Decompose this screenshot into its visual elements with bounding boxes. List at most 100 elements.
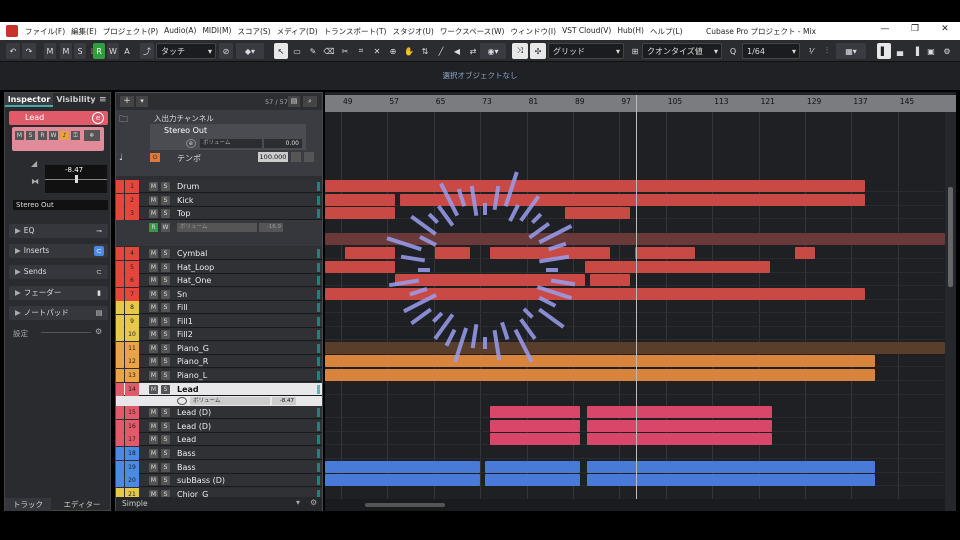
menu-item[interactable]: MIDI(M): [199, 26, 234, 37]
volume-knob-icon[interactable]: ◢: [31, 159, 37, 168]
solo-button[interactable]: S: [161, 249, 170, 258]
write-button[interactable]: W: [49, 131, 58, 140]
quantize-value-dropdown[interactable]: 1/64 ▾: [742, 43, 800, 59]
line-tool-icon[interactable]: ╱: [434, 43, 448, 59]
track-row[interactable]: 8 M S Fill: [116, 301, 322, 314]
scrollbar-thumb[interactable]: [948, 187, 953, 287]
range-tool-icon[interactable]: ▭: [290, 43, 304, 59]
track-name[interactable]: Fill2: [177, 328, 193, 341]
solo-button[interactable]: S: [161, 435, 170, 444]
io-channel-folder[interactable]: 🗀 入出力チャンネル Stereo Out e ボリューム 0.00: [116, 110, 322, 150]
solo-button[interactable]: S: [26, 131, 35, 140]
mute-button[interactable]: M: [149, 276, 158, 285]
notepad-icon[interactable]: ▤: [94, 308, 104, 318]
mute-button[interactable]: M: [149, 408, 158, 417]
snap-type-dropdown[interactable]: ◉▾: [480, 43, 506, 59]
track-name[interactable]: Lead: [177, 433, 196, 446]
menu-item[interactable]: ヘルプ(L): [647, 26, 686, 37]
track-row[interactable]: 5 M S Hat_Loop: [116, 261, 322, 274]
section-inserts[interactable]: ▶ Inserts ⊂: [9, 244, 108, 258]
vertical-scrollbar[interactable]: [945, 112, 956, 511]
track-name[interactable]: Piano_G: [177, 342, 209, 355]
kick-volume-value[interactable]: -16.9: [259, 223, 283, 232]
track-row[interactable]: 15 M S Lead (D): [116, 406, 322, 419]
timewarp-tool-icon[interactable]: ⇄: [466, 43, 480, 59]
stereo-out-track[interactable]: Stereo Out e ボリューム 0.00: [150, 124, 306, 150]
track-name[interactable]: Sn: [177, 288, 187, 301]
menu-item[interactable]: メディア(D): [274, 26, 321, 37]
playhead-cursor[interactable]: [636, 95, 637, 499]
chevron-down-icon[interactable]: ▾: [296, 498, 300, 507]
solo-button[interactable]: S: [161, 209, 170, 218]
play-tool-icon[interactable]: ◀: [450, 43, 464, 59]
menu-item[interactable]: トランスポート(T): [321, 26, 390, 37]
tempo-track[interactable]: ♩ ⏻ テンポ 100.000: [116, 150, 322, 176]
split-tool-icon[interactable]: ✂: [338, 43, 352, 59]
volume-value[interactable]: 0.00: [264, 139, 302, 148]
menu-item[interactable]: Hub(H): [614, 26, 647, 37]
minimize-button[interactable]: —: [870, 24, 900, 34]
kick-automation-row[interactable]: R W ボリューム -16.9: [116, 220, 322, 246]
solo-button[interactable]: S: [161, 196, 170, 205]
iterative-quantize-icon[interactable]: ⫶: [820, 43, 834, 59]
section-sends[interactable]: ▶ Sends ⊂: [9, 265, 108, 279]
track-row[interactable]: 4 M S Cymbal: [116, 247, 322, 260]
track-row[interactable]: 10 M S Fill2: [116, 328, 322, 341]
track-row[interactable]: 7 M S Sn: [116, 288, 322, 301]
track-list-menu-icon[interactable]: ▤: [288, 96, 300, 107]
search-icon[interactable]: ⌕: [303, 96, 317, 107]
mute-button[interactable]: M: [149, 182, 158, 191]
fader-icon[interactable]: ▮: [94, 288, 104, 298]
monitor-button[interactable]: M: [44, 43, 56, 59]
automation-mode-icon[interactable]: ⤴: [140, 43, 154, 59]
window-layout-icon[interactable]: ▣: [924, 43, 938, 59]
mute-button[interactable]: M: [149, 196, 158, 205]
solo-button[interactable]: S: [161, 182, 170, 191]
solo-button[interactable]: S: [161, 344, 170, 353]
settings-gear-icon[interactable]: ⚙: [95, 327, 102, 336]
quantize-value-icon[interactable]: Q: [726, 43, 740, 59]
h-scrollbar-thumb[interactable]: [365, 503, 445, 507]
mute-button[interactable]: M: [149, 303, 158, 312]
track-row[interactable]: 1 M S Drum: [116, 180, 322, 193]
mute-button[interactable]: M: [149, 317, 158, 326]
undo-button[interactable]: ↶: [6, 43, 20, 59]
zoom-tool-icon[interactable]: ⊕: [386, 43, 400, 59]
settings-gear-icon[interactable]: ⚙: [310, 498, 317, 507]
track-row[interactable]: 18 M S Bass: [116, 447, 322, 460]
inserts-bypass-icon[interactable]: ⊂: [94, 246, 104, 256]
track-row[interactable]: 13 M S Piano_L: [116, 369, 322, 382]
quantize-icon[interactable]: ⊞: [628, 43, 642, 59]
menu-item[interactable]: スタジオ(U): [389, 26, 436, 37]
write-button[interactable]: W: [161, 223, 170, 232]
track-row[interactable]: 16 M S Lead (D): [116, 420, 322, 433]
mute-button[interactable]: M: [149, 422, 158, 431]
track-name[interactable]: subBass (D): [177, 474, 225, 487]
solo-button[interactable]: S: [161, 449, 170, 458]
horizontal-scrollbar[interactable]: [325, 499, 945, 511]
tempo-menu-icon[interactable]: [304, 152, 314, 162]
mute-button[interactable]: M: [149, 344, 158, 353]
read-button[interactable]: R: [149, 223, 158, 232]
track-row[interactable]: 2 M S Kick: [116, 194, 322, 207]
tempo-value-field[interactable]: 100.000: [258, 152, 288, 162]
mute-button[interactable]: M: [149, 463, 158, 472]
tempo-lock-icon[interactable]: [291, 152, 301, 162]
inspector-track-header[interactable]: Lead e: [9, 111, 108, 125]
hand-tool-icon[interactable]: ✋: [402, 43, 416, 59]
mute-button[interactable]: M: [15, 131, 24, 140]
track-name[interactable]: Piano_R: [177, 355, 208, 368]
lock-icon[interactable]: ⚿: [71, 131, 80, 140]
mute-button[interactable]: M: [149, 249, 158, 258]
solo-button[interactable]: S: [161, 385, 170, 394]
automation-mode-dropdown[interactable]: タッチ ▾: [156, 43, 216, 59]
automation-panel-button[interactable]: A: [121, 43, 133, 59]
mute-button[interactable]: M: [149, 330, 158, 339]
menu-lines-icon[interactable]: ≡: [99, 95, 107, 105]
mute-all-button[interactable]: M: [60, 43, 72, 59]
maximize-button[interactable]: ❐: [900, 24, 930, 34]
solo-button[interactable]: S: [161, 276, 170, 285]
edit-channel-icon[interactable]: [177, 397, 187, 405]
mute-button[interactable]: M: [149, 357, 158, 366]
solo-button[interactable]: S: [161, 357, 170, 366]
